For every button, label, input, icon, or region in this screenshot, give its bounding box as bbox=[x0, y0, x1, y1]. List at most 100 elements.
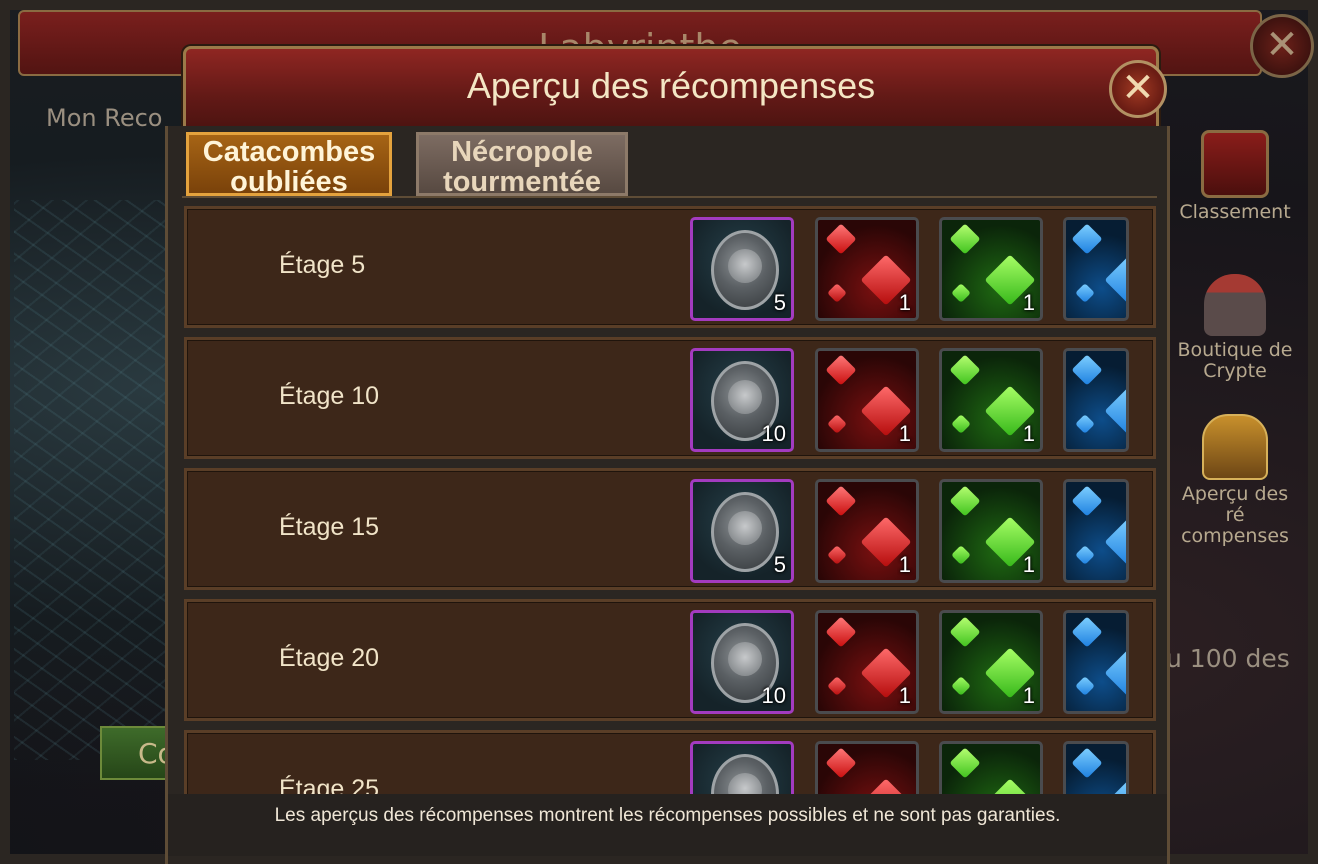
labyrinth-map bbox=[14, 200, 174, 760]
blue-gem-icon bbox=[1071, 485, 1103, 517]
background-text-right: u 100 des bbox=[1166, 644, 1290, 673]
green-gem-icon bbox=[951, 545, 971, 565]
floor-label: Étage 25 bbox=[279, 775, 380, 794]
floor-label: Étage 20 bbox=[279, 644, 380, 672]
blue-gem-icon bbox=[1104, 778, 1126, 794]
blue-gem-reward[interactable] bbox=[1063, 610, 1129, 714]
skull-coin-reward[interactable] bbox=[690, 741, 794, 794]
reward-count: 1 bbox=[898, 421, 911, 446]
blue-gem-icon bbox=[1104, 516, 1126, 568]
blue-gem-icon bbox=[1071, 616, 1103, 648]
red-gem-icon bbox=[860, 778, 912, 794]
red-gem-reward[interactable] bbox=[815, 741, 919, 794]
tab-tormented-necropolis[interactable]: Nécropole tourmentée bbox=[416, 132, 628, 197]
skull-icon bbox=[728, 380, 762, 414]
ranking-button[interactable]: Classement bbox=[1170, 130, 1300, 223]
chest-icon bbox=[1202, 414, 1268, 480]
green-gem-reward[interactable]: 1 bbox=[939, 217, 1043, 321]
green-gem-icon bbox=[949, 616, 981, 648]
crypt-shop-label: Boutique de Crypte bbox=[1177, 339, 1293, 382]
red-gem-reward[interactable]: 1 bbox=[815, 217, 919, 321]
red-gem-icon bbox=[825, 223, 857, 255]
skull-coin-reward[interactable]: 10 bbox=[690, 348, 794, 452]
green-gem-reward[interactable] bbox=[939, 741, 1043, 794]
reward-count: 1 bbox=[898, 290, 911, 315]
background-close-button[interactable]: ✕ bbox=[1250, 14, 1314, 78]
blue-gem-icon bbox=[1071, 747, 1103, 779]
blue-gem-reward[interactable] bbox=[1063, 479, 1129, 583]
green-gem-icon bbox=[949, 747, 981, 779]
crypt-shop-button[interactable]: Boutique de Crypte bbox=[1170, 274, 1300, 382]
blue-gem-reward[interactable] bbox=[1063, 741, 1129, 794]
blue-gem-icon bbox=[1104, 254, 1126, 306]
red-gem-icon bbox=[827, 414, 847, 434]
red-gem-icon bbox=[825, 616, 857, 648]
blue-gem-icon bbox=[1071, 354, 1103, 386]
skull-coin-reward[interactable]: 10 bbox=[690, 610, 794, 714]
reward-count: 5 bbox=[773, 552, 786, 577]
red-gem-icon bbox=[827, 545, 847, 565]
skull-icon bbox=[728, 773, 762, 794]
disclaimer-text: Les aperçus des récompenses montrent les… bbox=[168, 794, 1167, 856]
green-gem-icon bbox=[951, 414, 971, 434]
red-gem-reward[interactable]: 1 bbox=[815, 610, 919, 714]
reward-row: Étage 10 10 1 1 bbox=[184, 337, 1156, 459]
reward-preview-dialog: Aperçu des récompenses ✕ Catacombes oubl… bbox=[165, 40, 1170, 864]
reward-list[interactable]: Étage 5 5 1 1 Étage 10 10 1 1 Étage 15 5… bbox=[184, 206, 1156, 794]
reward-row: Étage 15 5 1 1 bbox=[184, 468, 1156, 590]
dialog-close-button[interactable]: ✕ bbox=[1109, 60, 1167, 118]
floor-label: Étage 10 bbox=[279, 382, 380, 410]
blue-gem-icon bbox=[1075, 545, 1095, 565]
skull-coin-reward[interactable]: 5 bbox=[690, 479, 794, 583]
reward-count: 1 bbox=[1022, 421, 1035, 446]
skull-coin-icon bbox=[711, 754, 779, 794]
red-gem-reward[interactable]: 1 bbox=[815, 348, 919, 452]
skull-coin-reward[interactable]: 5 bbox=[690, 217, 794, 321]
shop-icon bbox=[1204, 274, 1266, 336]
green-gem-icon bbox=[951, 676, 971, 696]
ranking-label: Classement bbox=[1179, 201, 1291, 223]
blue-gem-icon bbox=[1075, 283, 1095, 303]
skull-icon bbox=[728, 249, 762, 283]
reward-preview-button[interactable]: Aperçu des ré compenses bbox=[1170, 414, 1300, 547]
blue-gem-icon bbox=[1104, 385, 1126, 437]
blue-gem-reward[interactable] bbox=[1063, 217, 1129, 321]
green-gem-icon bbox=[949, 223, 981, 255]
reward-count: 1 bbox=[1022, 683, 1035, 708]
floor-label: Étage 5 bbox=[279, 251, 366, 279]
reward-count: 10 bbox=[761, 421, 786, 446]
skull-icon bbox=[728, 642, 762, 676]
tab-forgotten-catacombs[interactable]: Catacombes oubliées bbox=[186, 132, 392, 197]
red-gem-icon bbox=[825, 354, 857, 386]
blue-gem-icon bbox=[1104, 647, 1126, 699]
green-gem-icon bbox=[949, 485, 981, 517]
blue-gem-reward[interactable] bbox=[1063, 348, 1129, 452]
dialog-body: Catacombes oubliées Nécropole tourmentée… bbox=[165, 126, 1170, 864]
reward-row: Étage 25 bbox=[184, 730, 1156, 794]
red-gem-icon bbox=[825, 747, 857, 779]
red-gem-reward[interactable]: 1 bbox=[815, 479, 919, 583]
reward-count: 1 bbox=[1022, 290, 1035, 315]
green-gem-reward[interactable]: 1 bbox=[939, 348, 1043, 452]
red-gem-icon bbox=[825, 485, 857, 517]
reward-preview-label: Aperçu des ré compenses bbox=[1181, 483, 1289, 547]
floor-label: Étage 15 bbox=[279, 513, 380, 541]
blue-gem-icon bbox=[1075, 414, 1095, 434]
green-gem-icon bbox=[984, 778, 1036, 794]
reward-count: 5 bbox=[773, 290, 786, 315]
close-icon: ✕ bbox=[1265, 22, 1299, 68]
reward-count: 1 bbox=[1022, 552, 1035, 577]
green-gem-reward[interactable]: 1 bbox=[939, 610, 1043, 714]
dialog-header: Aperçu des récompenses bbox=[183, 46, 1159, 134]
skull-icon bbox=[728, 511, 762, 545]
green-gem-icon bbox=[949, 354, 981, 386]
reward-row: Étage 20 10 1 1 bbox=[184, 599, 1156, 721]
dialog-title: Aperçu des récompenses bbox=[466, 65, 876, 106]
red-gem-icon bbox=[827, 283, 847, 303]
green-gem-reward[interactable]: 1 bbox=[939, 479, 1043, 583]
skull-coin-icon bbox=[711, 230, 779, 310]
close-icon: ✕ bbox=[1121, 65, 1155, 111]
background-record-label: Mon Reco bbox=[46, 104, 163, 132]
reward-count: 10 bbox=[761, 683, 786, 708]
blue-gem-icon bbox=[1071, 223, 1103, 255]
